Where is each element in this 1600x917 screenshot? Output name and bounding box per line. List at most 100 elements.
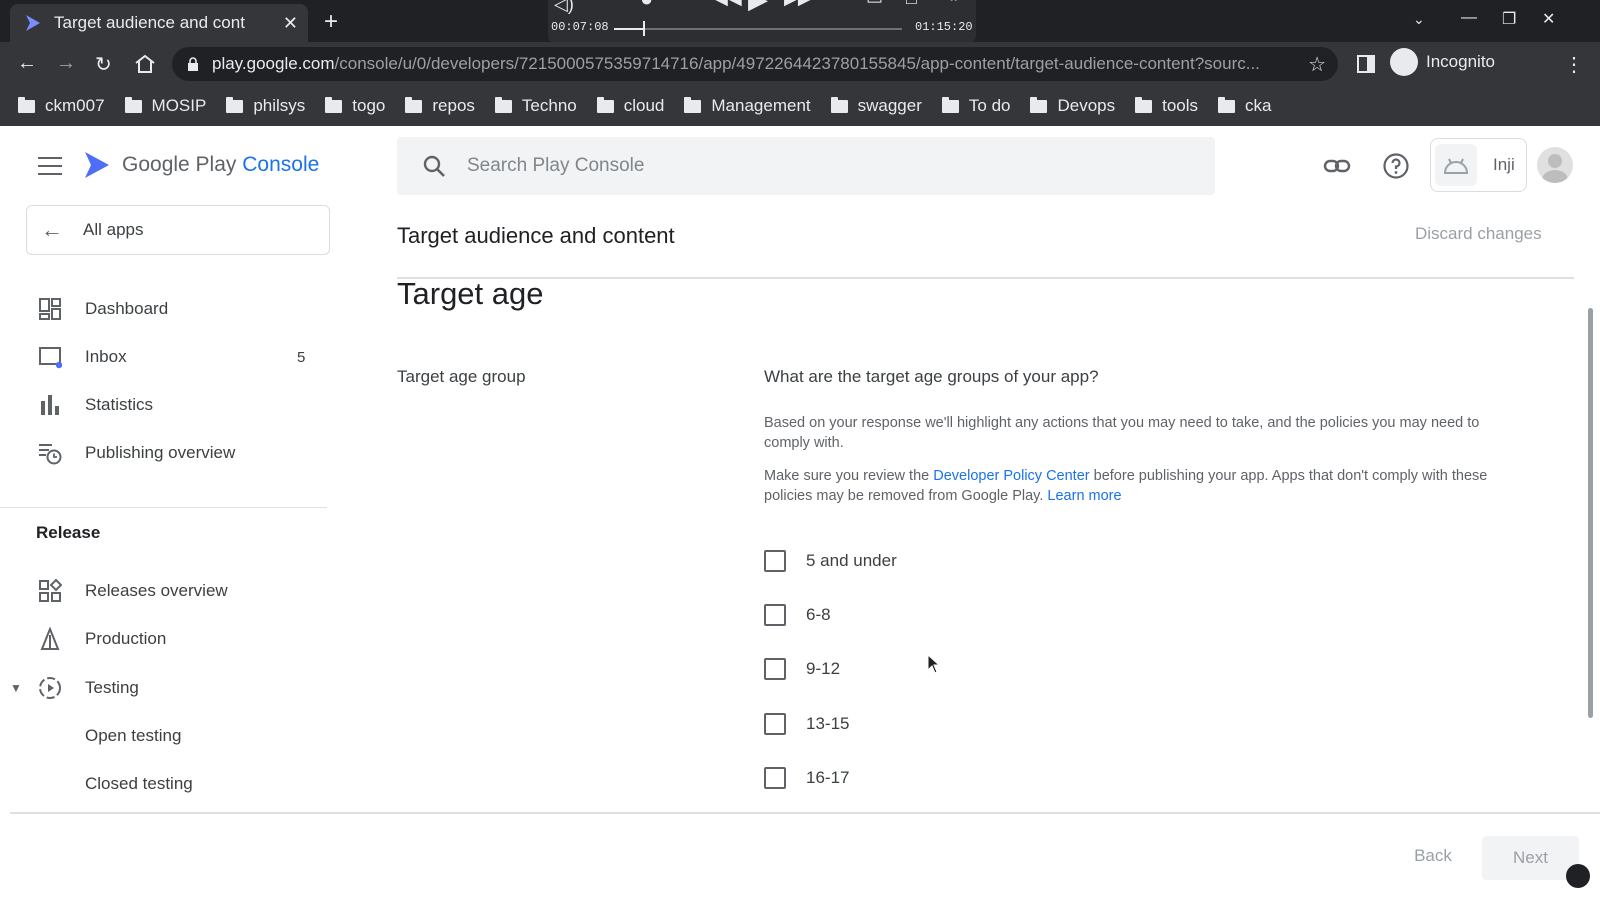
- browser-menu-icon[interactable]: ⋮: [1564, 52, 1584, 77]
- question-text: What are the target age groups of your a…: [764, 367, 1099, 386]
- bookmark-item[interactable]: swagger: [830, 96, 922, 116]
- folder-icon: [596, 96, 614, 113]
- checkbox[interactable]: [764, 713, 786, 735]
- sidebar-item-testing[interactable]: ▼ Testing: [0, 666, 330, 710]
- option-label: 5 and under: [806, 551, 897, 570]
- forward-icon[interactable]: →: [56, 52, 76, 75]
- checkbox[interactable]: [764, 604, 786, 626]
- fast-forward-icon[interactable]: ▶▶: [784, 0, 812, 9]
- volume-icon[interactable]: ◁): [554, 0, 574, 15]
- picture-in-picture-icon[interactable]: ▭: [866, 0, 883, 9]
- home-icon[interactable]: [134, 54, 156, 74]
- sidebar-item-statistics[interactable]: Statistics: [0, 383, 330, 427]
- tab-close-icon[interactable]: ✕: [283, 13, 298, 34]
- bookmark-item[interactable]: cloud: [596, 96, 664, 116]
- back-icon[interactable]: ←: [17, 52, 37, 75]
- bookmark-item[interactable]: philsys: [226, 96, 305, 116]
- folder-icon: [830, 96, 848, 113]
- incognito-label: Incognito: [1426, 52, 1495, 71]
- content-scrollbar[interactable]: [1588, 308, 1593, 718]
- incognito-indicator[interactable]: Incognito: [1390, 48, 1495, 76]
- new-tab-button[interactable]: +: [324, 8, 338, 36]
- address-bar[interactable]: play.google.com/console/u/0/developers/7…: [172, 47, 1338, 81]
- discard-changes-button[interactable]: Discard changes: [1415, 224, 1542, 244]
- minimize-icon[interactable]: —: [1461, 9, 1477, 27]
- next-button[interactable]: Next: [1482, 836, 1579, 880]
- back-button[interactable]: Back: [1398, 836, 1468, 876]
- production-icon: [40, 627, 60, 650]
- dashboard-icon: [39, 298, 61, 320]
- fullscreen-icon[interactable]: □: [906, 0, 917, 9]
- sidebar-item-open-testing[interactable]: Open testing: [0, 714, 330, 758]
- age-option-9-12[interactable]: 9-12: [764, 658, 840, 680]
- play-console-logo[interactable]: Google Play Console: [82, 150, 319, 180]
- more-media-icon[interactable]: »: [950, 0, 960, 7]
- bookmark-item[interactable]: togo: [325, 96, 385, 116]
- app-icon: [1435, 144, 1477, 186]
- browser-tab[interactable]: Target audience and cont ✕: [10, 4, 308, 42]
- all-apps-button[interactable]: ← All apps: [26, 205, 330, 255]
- sidebar-item-label: Dashboard: [85, 299, 169, 318]
- age-option-16-17[interactable]: 16-17: [764, 767, 849, 789]
- sidebar-item-production[interactable]: Production: [0, 617, 330, 661]
- bookmark-item[interactable]: repos: [405, 96, 475, 116]
- sidebar-item-closed-testing[interactable]: Closed testing: [0, 762, 330, 806]
- reload-icon[interactable]: ↻: [95, 52, 112, 77]
- age-option-5-and-under[interactable]: 5 and under: [764, 550, 897, 572]
- bookmark-item[interactable]: tools: [1135, 96, 1198, 116]
- bookmark-item[interactable]: To do: [941, 96, 1011, 116]
- checkbox[interactable]: [764, 767, 786, 789]
- media-total-time: 01:15:20: [915, 20, 973, 34]
- field-label: Target age group: [397, 367, 526, 386]
- inbox-count-badge: 5: [297, 348, 306, 366]
- sidebar: Google Play Console ← All apps Dashboard…: [0, 126, 330, 812]
- app-name: Inji: [1493, 155, 1515, 174]
- media-seek-handle[interactable]: [642, 21, 645, 36]
- bookmark-item[interactable]: MOSIP: [124, 96, 207, 116]
- restore-icon[interactable]: ❐: [1502, 9, 1516, 29]
- checkbox[interactable]: [764, 658, 786, 680]
- sidebar-item-label: Closed testing: [85, 774, 193, 793]
- sidebar-divider: [0, 507, 327, 508]
- sidebar-item-inbox[interactable]: Inbox 5: [0, 335, 330, 379]
- feedback-icon[interactable]: [1566, 864, 1590, 888]
- helper-text-response: Based on your response we'll highlight a…: [764, 415, 1480, 451]
- learn-more-link[interactable]: Learn more: [1047, 488, 1121, 504]
- expand-caret-icon[interactable]: ▼: [10, 681, 22, 695]
- bookmark-label: MOSIP: [151, 96, 207, 115]
- inbox-icon: [39, 347, 62, 369]
- checkbox[interactable]: [764, 550, 786, 572]
- link-icon[interactable]: [1323, 152, 1351, 180]
- bookmark-item[interactable]: Techno: [494, 96, 577, 116]
- rewind-icon[interactable]: ◀◀: [714, 0, 742, 9]
- sidebar-item-dashboard[interactable]: Dashboard: [0, 287, 330, 331]
- media-seek-track[interactable]: [614, 28, 902, 30]
- age-option-13-15[interactable]: 13-15: [764, 713, 849, 735]
- seek-dot-icon[interactable]: ●: [640, 0, 653, 12]
- sidebar-item-releases-overview[interactable]: Releases overview: [0, 569, 330, 613]
- avatar[interactable]: [1537, 147, 1573, 183]
- menu-icon[interactable]: [38, 157, 62, 175]
- window-close-icon[interactable]: ✕: [1542, 9, 1555, 29]
- bookmark-label: To do: [968, 96, 1011, 115]
- bookmark-label: swagger: [857, 96, 922, 115]
- bookmark-star-icon[interactable]: ☆: [1308, 52, 1326, 77]
- bookmark-item[interactable]: Devops: [1030, 96, 1115, 116]
- search-input[interactable]: [467, 155, 1167, 177]
- app-selector[interactable]: Inji: [1430, 138, 1527, 192]
- age-option-6-8[interactable]: 6-8: [764, 604, 831, 626]
- sidebar-item-publishing-overview[interactable]: Publishing overview: [0, 431, 330, 475]
- side-panel-icon[interactable]: [1356, 54, 1376, 74]
- search-bar[interactable]: [397, 137, 1215, 195]
- help-icon[interactable]: [1382, 152, 1410, 180]
- sidebar-item-label: Testing: [85, 678, 139, 697]
- play-icon[interactable]: ▶: [748, 0, 768, 15]
- bookmark-item[interactable]: Management: [684, 96, 811, 116]
- folder-icon: [1030, 96, 1048, 113]
- bookmark-item[interactable]: cka: [1218, 96, 1272, 116]
- bookmark-item[interactable]: ckm007: [18, 96, 105, 116]
- developer-policy-center-link[interactable]: Developer Policy Center: [933, 468, 1089, 484]
- tab-search-icon[interactable]: ⌄: [1413, 11, 1425, 28]
- footer-divider: [10, 812, 1600, 814]
- url-text: play.google.com/console/u/0/developers/7…: [212, 54, 1298, 74]
